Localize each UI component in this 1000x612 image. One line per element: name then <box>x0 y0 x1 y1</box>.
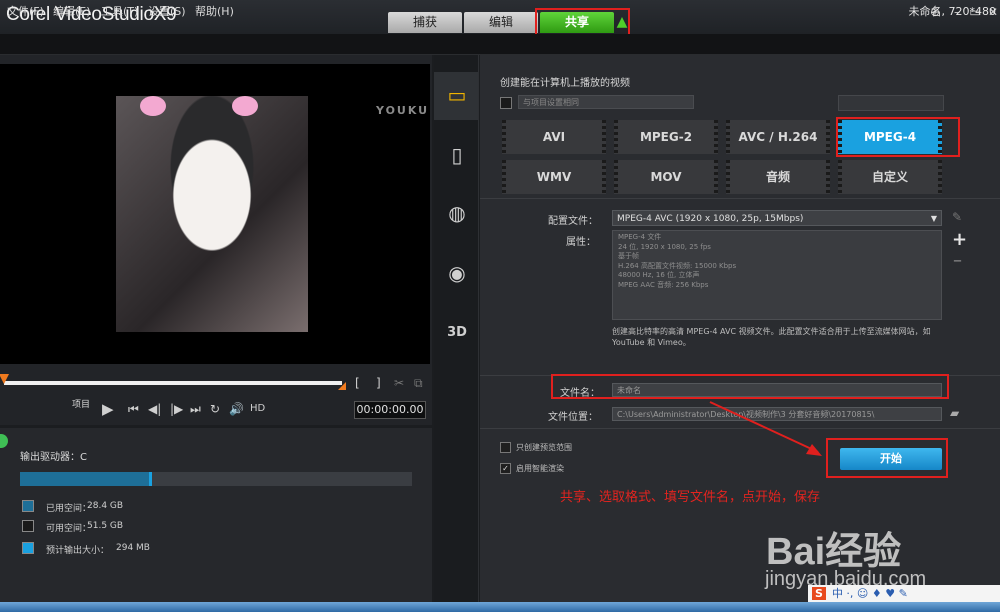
preset-button[interactable] <box>838 95 944 111</box>
annotation-caption: 共享、选取格式、填写文件名，点开始，保存 <box>560 490 821 505</box>
format-custom[interactable]: 自定义 <box>838 160 942 194</box>
share-heading: 创建能在计算机上播放的视频 <box>500 78 630 89</box>
menu-edit[interactable]: 编辑(E) <box>53 3 91 19</box>
legend-output-value: 294 MB <box>116 543 150 553</box>
smart-render-checkbox[interactable]: ✓ <box>500 463 511 474</box>
profile-select[interactable]: MPEG-4 AVC (1920 x 1080, 25p, 15Mbps) ▼ <box>612 210 942 226</box>
annotation-box-format <box>836 117 960 157</box>
divider <box>480 198 1000 199</box>
legend-output-label: 预计输出大小： <box>46 546 110 556</box>
menu-bar <box>0 34 1000 55</box>
device-icon[interactable]: ▯ <box>444 142 470 168</box>
same-as-project-checkbox[interactable] <box>500 97 512 109</box>
property-line: MPEG-4 文件 <box>618 233 662 241</box>
legend-swatch <box>22 542 34 554</box>
property-line: 48000 Hz, 16 位, 立体声 <box>618 271 700 279</box>
pink-ear-decoration <box>140 96 166 116</box>
format-mpeg2[interactable]: MPEG-2 <box>614 120 718 154</box>
cut-icon[interactable]: ✂ <box>394 376 404 390</box>
estimated-output-mark <box>149 472 153 486</box>
3d-icon[interactable]: 3D <box>444 320 470 346</box>
mark-out-icon[interactable]: ] <box>376 376 381 390</box>
pink-ear-decoration <box>232 96 258 116</box>
chevron-down-icon: ▼ <box>930 214 937 223</box>
properties-label: 属性： <box>566 237 596 248</box>
menu-settings[interactable]: 设置(S) <box>148 3 186 19</box>
profile-value: MPEG-4 AVC (1920 x 1080, 25p, 15Mbps) <box>617 214 804 224</box>
add-profile-icon[interactable]: + <box>952 229 967 250</box>
project-mode-label[interactable]: 项目 <box>72 397 90 410</box>
format-avc-h264[interactable]: AVC / H.264 <box>726 120 830 154</box>
ime-status: 中 ·, ☺ ♦ ♥ ✎ <box>831 587 908 600</box>
property-line: MPEG AAC 音频: 256 Kbps <box>618 280 709 289</box>
drive-usage-fill <box>20 472 150 486</box>
play-icon[interactable]: ▶ <box>102 400 114 418</box>
project-info: 未命名, 720*480 <box>908 5 996 18</box>
previous-frame-icon[interactable]: ◀| <box>148 402 161 416</box>
enlarge-icon[interactable]: ⧉ <box>414 376 423 391</box>
annotation-arrow <box>709 401 822 456</box>
folder-icon[interactable]: ▰ <box>950 406 959 420</box>
timecode-field[interactable]: 00:00:00.00 <box>354 401 426 419</box>
mark-in-icon[interactable]: [ <box>355 376 360 390</box>
video-watermark: YOUKU <box>376 104 430 117</box>
format-mov[interactable]: MOV <box>614 160 718 194</box>
menu-tools[interactable]: 工具(T) <box>101 3 138 19</box>
preview-range-label: 只创建预览范围 <box>516 443 572 452</box>
tab-edit[interactable]: 编辑 <box>464 12 538 33</box>
disc-icon[interactable]: ◉ <box>444 260 470 286</box>
end-icon[interactable]: ⏭ <box>190 402 201 417</box>
home-icon[interactable]: ⏮ <box>128 402 139 417</box>
windows-taskbar <box>0 602 1000 612</box>
video-frame-image <box>116 96 308 332</box>
legend-free-value: 51.5 GB <box>87 521 124 531</box>
format-avi[interactable]: AVI <box>502 120 606 154</box>
computer-icon[interactable]: ▭ <box>444 82 470 108</box>
legend-free-label: 可用空间： <box>46 524 92 534</box>
legend-used-value: 28.4 GB <box>87 501 124 511</box>
volume-icon[interactable]: 🔊 <box>229 402 244 416</box>
profile-label: 配置文件： <box>548 216 598 227</box>
drive-usage-bar <box>20 472 412 486</box>
next-frame-icon[interactable]: |▶ <box>170 402 183 416</box>
ime-toolbar[interactable]: S 中 ·, ☺ ♦ ♥ ✎ <box>808 585 1000 603</box>
output-drive-label: 输出驱动器：C <box>20 452 87 463</box>
annotation-box-start <box>826 438 948 478</box>
format-audio[interactable]: 音频 <box>726 160 830 194</box>
scrubber-track[interactable] <box>4 381 342 385</box>
profile-description: 创建高比特率的高清 MPEG-4 AVC 视频文件。此配置文件适合用于上传至流媒… <box>612 327 931 347</box>
baidu-watermark: Bai经验 <box>766 531 902 573</box>
preview-range-checkbox[interactable] <box>500 442 511 453</box>
repeat-icon[interactable]: ↻ <box>210 402 220 416</box>
web-globe-icon[interactable]: ◍ <box>444 200 470 226</box>
legend-swatch <box>22 500 34 512</box>
property-line: H.264 高配置文件视频: 15000 Kbps <box>618 261 737 270</box>
sogou-ime-icon: S <box>812 587 826 600</box>
menu-help[interactable]: 帮助(H) <box>195 3 234 19</box>
property-line: 基于帧 <box>618 252 639 260</box>
preset-select[interactable]: 与项目设置相同 <box>518 95 694 109</box>
property-line: 24 位, 1920 x 1080, 25 fps <box>618 242 711 251</box>
format-wmv[interactable]: WMV <box>502 160 606 194</box>
filepath-label: 文件位置： <box>548 412 598 423</box>
tab-capture[interactable]: 捕获 <box>388 12 462 33</box>
edit-pencil-icon[interactable]: ✎ <box>952 210 962 224</box>
legend-used-label: 已用空间： <box>46 504 92 514</box>
properties-box: MPEG-4 文件 24 位, 1920 x 1080, 25 fps 基于帧 … <box>612 230 942 320</box>
smart-render-label: 启用智能渲染 <box>516 464 564 473</box>
menu-file[interactable]: 文件(F) <box>7 3 44 19</box>
hd-toggle[interactable]: HD <box>250 403 265 414</box>
legend-swatch <box>22 520 34 532</box>
remove-profile-icon[interactable]: – <box>953 250 962 271</box>
